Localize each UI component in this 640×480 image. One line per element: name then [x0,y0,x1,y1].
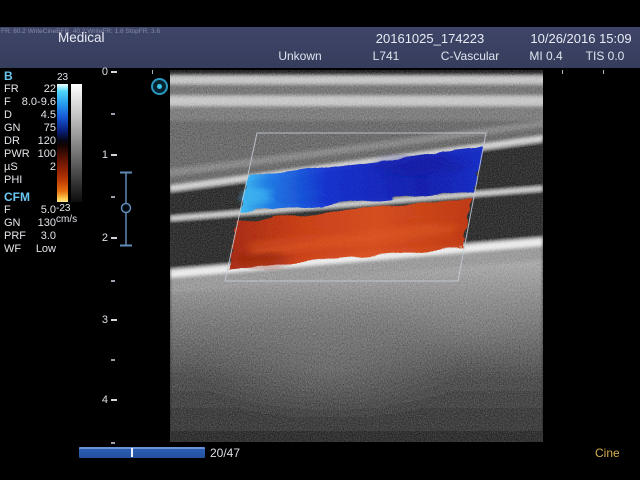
cfm-title: CFM [4,190,44,204]
header-bar: FR: 80.2 WriteCineBFR: 40.2 WriteFR: 1.8… [0,27,640,68]
param-row-fr: FR22 [0,83,60,95]
cine-status-label: Cine [595,446,620,460]
param-row-f: F8.0-9.6 [0,96,60,108]
param-row-cfm-prf: PRF3.0 [0,230,60,242]
ruler-label-4: 4 [94,394,108,406]
param-row-d: D4.5 [0,109,60,121]
focus-marker[interactable] [116,170,136,250]
ruler-tick [111,196,115,198]
param-row-phi: PHI [0,174,60,186]
ruler-tick [111,319,117,321]
cine-position-tick[interactable] [131,448,133,457]
param-row-cfm-gn: GN130 [0,217,60,229]
ruler-tick [111,280,115,282]
param-row-pwr: PWR100 [0,148,60,160]
mi-value: MI 0.4 [529,49,562,63]
param-row-cfm-f: F5.0 [0,204,60,216]
colorbar-unit-label: cm/s [56,214,77,225]
ruler-label-0: 0 [94,66,108,78]
probe-orientation-icon [151,78,168,95]
exam-id: 20161025_174223 [376,31,484,46]
param-row-cfm-wf: WFLow [0,243,60,255]
facility-name: Medical [58,30,105,45]
ruler-tick [111,359,115,361]
b-mode-title: B [4,69,44,83]
speckle-overlay [170,70,543,442]
ruler-label-1: 1 [94,149,108,161]
ruler-tick [111,113,115,115]
probe-name: L741 [373,49,400,63]
param-row-us: µS2 [0,161,60,173]
ruler-tick [111,154,117,156]
ruler-label-3: 3 [94,314,108,326]
ultrasound-image-canvas[interactable] [170,70,543,442]
preset-name: C-Vascular [441,49,499,63]
cine-progress-bar[interactable] [79,447,205,458]
colorbar-min-label: -23 [56,203,70,214]
probe-orientation-dot [157,84,162,89]
ruler-label-2: 2 [94,232,108,244]
ruler-tick [111,399,117,401]
datetime: 10/26/2016 15:09 [530,31,631,46]
doppler-colorbar [57,84,68,202]
ruler-tick [111,71,117,73]
param-row-gn: GN75 [0,122,60,134]
grayscale-bar [71,84,82,202]
tis-value: TIS 0.0 [586,49,625,63]
param-row-dr: DR120 [0,135,60,147]
cine-frame-counter: 20/47 [210,446,240,460]
ruler-tick [111,442,115,444]
colorbar-max-label: 23 [56,72,69,83]
patient-name: Unkown [278,49,321,63]
